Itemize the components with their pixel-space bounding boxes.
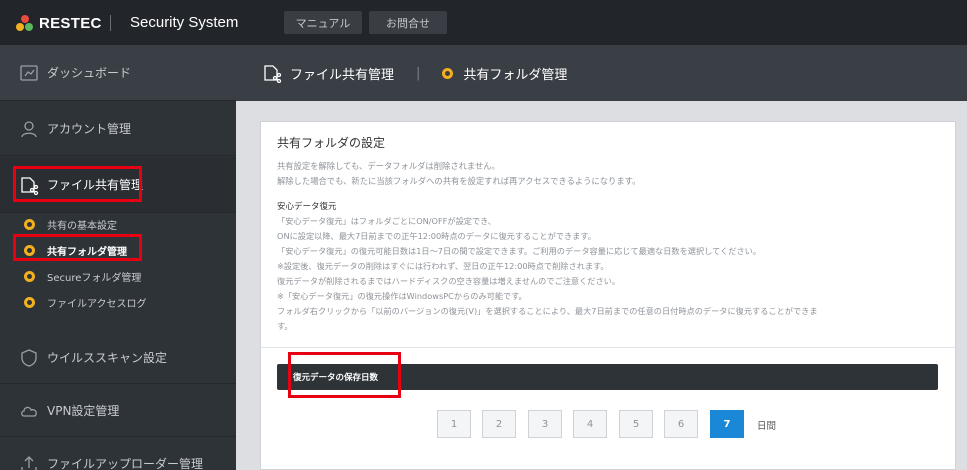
sidebar-item-label: VPN設定管理 — [47, 404, 120, 418]
sidebar-item-account[interactable]: アカウント管理 — [0, 102, 236, 156]
day-option-5[interactable]: 5 — [619, 410, 653, 438]
submenu-item-label: ファイルアクセスログ — [47, 299, 147, 310]
dashboard-icon — [18, 63, 40, 83]
submenu-item-label: 共有の基本設定 — [47, 221, 117, 232]
day-option-1[interactable]: 1 — [437, 410, 471, 438]
file-share-icon — [262, 63, 282, 84]
bullet-icon — [24, 219, 35, 230]
sidebar-item-uploader[interactable]: ファイルアップローダー管理 — [0, 438, 236, 470]
submenu-item-basic-settings[interactable]: 共有の基本設定 — [24, 217, 117, 232]
description-line: す。 — [277, 321, 293, 331]
submenu-item-label: Secureフォルダ管理 — [47, 273, 142, 284]
brand-logo[interactable]: RESTEC — [14, 13, 102, 33]
top-bar: RESTEC Security System マニュアル お問合せ — [0, 0, 967, 45]
brand-name: RESTEC — [39, 14, 102, 32]
submenu-item-secure-folders[interactable]: Secureフォルダ管理 — [24, 269, 141, 284]
description-line: フォルダ右クリックから「以前のバージョンの復元(V)」を選択することにより、最大… — [277, 306, 818, 316]
description-line: 復元データが削除されるまではハードディスクの空き容量は増えませんのでご注意くださ… — [277, 276, 621, 286]
backup-heading: 安心データ復元 — [277, 202, 337, 212]
annotation-box-file-share — [13, 166, 142, 202]
restec-logo-icon — [14, 14, 36, 32]
main-content: 共有フォルダの設定 共有設定を解除しても、データフォルダは削除されません。 解除… — [236, 101, 967, 470]
sidebar-item-dashboard[interactable]: ダッシュボード — [0, 45, 236, 101]
shield-icon — [18, 348, 40, 368]
note-line: 共有設定を解除しても、データフォルダは削除されません。 — [277, 161, 500, 171]
app-title: Security System — [130, 14, 239, 31]
description-line: ONに設定以降、最大7日前までの正午12:00時点のデータに復元することができま… — [277, 231, 596, 241]
header-divider — [110, 15, 111, 31]
description-line: 「安心データ復元」はフォルダごとにON/OFFが設定でき、 — [277, 216, 496, 226]
note-line: 解除した場合でも、新たに当該フォルダへの共有を設定すれば再アクセスできるようにな… — [277, 176, 641, 186]
days-unit-label: 日間 — [757, 421, 777, 432]
contact-button[interactable]: お問合せ — [369, 11, 447, 34]
sidebar-item-label: ダッシュボード — [47, 66, 132, 80]
bullet-icon — [24, 297, 35, 308]
day-option-7[interactable]: 7 — [710, 410, 744, 438]
sidebar-item-label: ウイルススキャン設定 — [47, 351, 168, 365]
day-option-4[interactable]: 4 — [573, 410, 607, 438]
sidebar-item-vpn[interactable]: VPN設定管理 — [0, 385, 236, 437]
sidebar-item-label: アカウント管理 — [47, 122, 132, 136]
manual-button[interactable]: マニュアル — [284, 11, 362, 34]
page-title: 共有フォルダ管理 — [463, 67, 568, 83]
submenu-item-access-log[interactable]: ファイルアクセスログ — [24, 295, 147, 310]
description-line: 「安心データ復元」の復元可能日数は1日〜7日の間で設定できます。ご利用のデータ容… — [277, 246, 761, 256]
day-option-3[interactable]: 3 — [528, 410, 562, 438]
day-option-6[interactable]: 6 — [664, 410, 698, 438]
breadcrumb-section[interactable]: ファイル共有管理 — [290, 64, 394, 83]
card-divider — [261, 347, 955, 348]
day-option-2[interactable]: 2 — [482, 410, 516, 438]
breadcrumb-separator: | — [416, 65, 421, 81]
upload-icon — [18, 454, 40, 470]
card-title: 共有フォルダの設定 — [277, 136, 386, 150]
annotation-box-retention — [288, 352, 401, 398]
description-line: ※「安心データ復元」の復元操作はWindowsPCからのみ可能です。 — [277, 291, 527, 301]
user-icon — [18, 119, 40, 139]
description-line: ※設定後、復元データの削除はすぐには行われず、翌日の正午12:00時点で削除され… — [277, 261, 609, 271]
page-header: ファイル共有管理 | 共有フォルダ管理 — [236, 45, 967, 101]
bullet-icon — [442, 67, 454, 79]
bullet-icon — [24, 271, 35, 282]
settings-card: 共有フォルダの設定 共有設定を解除しても、データフォルダは削除されません。 解除… — [260, 121, 956, 470]
annotation-box-shared-folders — [13, 234, 142, 261]
sidebar-item-label: ファイルアップローダー管理 — [47, 457, 204, 470]
sidebar-item-virus-scan[interactable]: ウイルススキャン設定 — [0, 332, 236, 384]
cloud-icon — [18, 401, 40, 421]
